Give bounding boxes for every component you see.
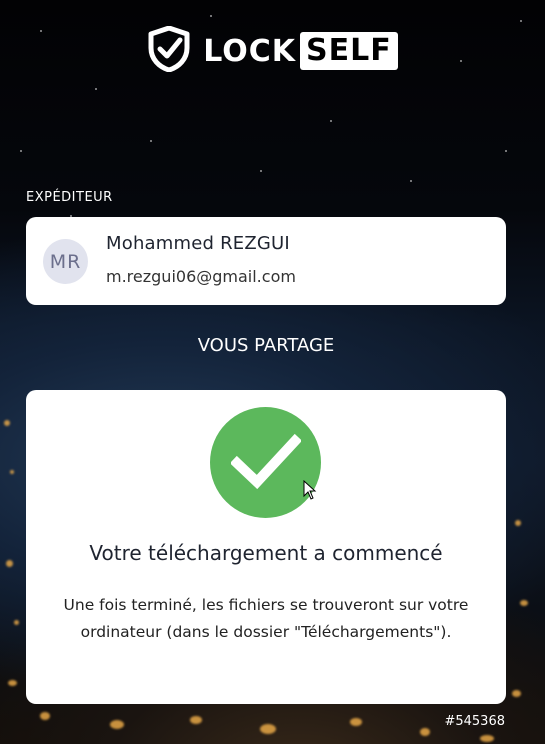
share-section-label: VOUS PARTAGE bbox=[197, 335, 335, 356]
sender-section-label: EXPÉDITEUR bbox=[26, 190, 113, 205]
sender-card: MR Mohammed REZGUI m.rezgui06@gmail.com bbox=[26, 217, 506, 305]
sender-name: Mohammed REZGUI bbox=[106, 233, 290, 254]
version-label: #545368 bbox=[444, 714, 505, 729]
avatar: MR bbox=[43, 239, 88, 284]
brand-logo: LOCK SELF bbox=[0, 25, 545, 76]
checkmark-icon bbox=[229, 433, 302, 493]
status-message: Une fois terminé, les fichiers se trouve… bbox=[63, 596, 469, 641]
success-indicator bbox=[210, 407, 321, 518]
status-title: Votre téléchargement a commencé bbox=[89, 541, 443, 565]
download-status-card: Votre téléchargement a commencé Une fois… bbox=[26, 390, 506, 704]
sender-email: m.rezgui06@gmail.com bbox=[106, 267, 296, 286]
brand-name-self: SELF bbox=[300, 32, 398, 70]
brand-name-lock: LOCK bbox=[203, 33, 297, 69]
shield-check-icon bbox=[147, 25, 191, 76]
mouse-cursor-icon bbox=[303, 479, 317, 500]
